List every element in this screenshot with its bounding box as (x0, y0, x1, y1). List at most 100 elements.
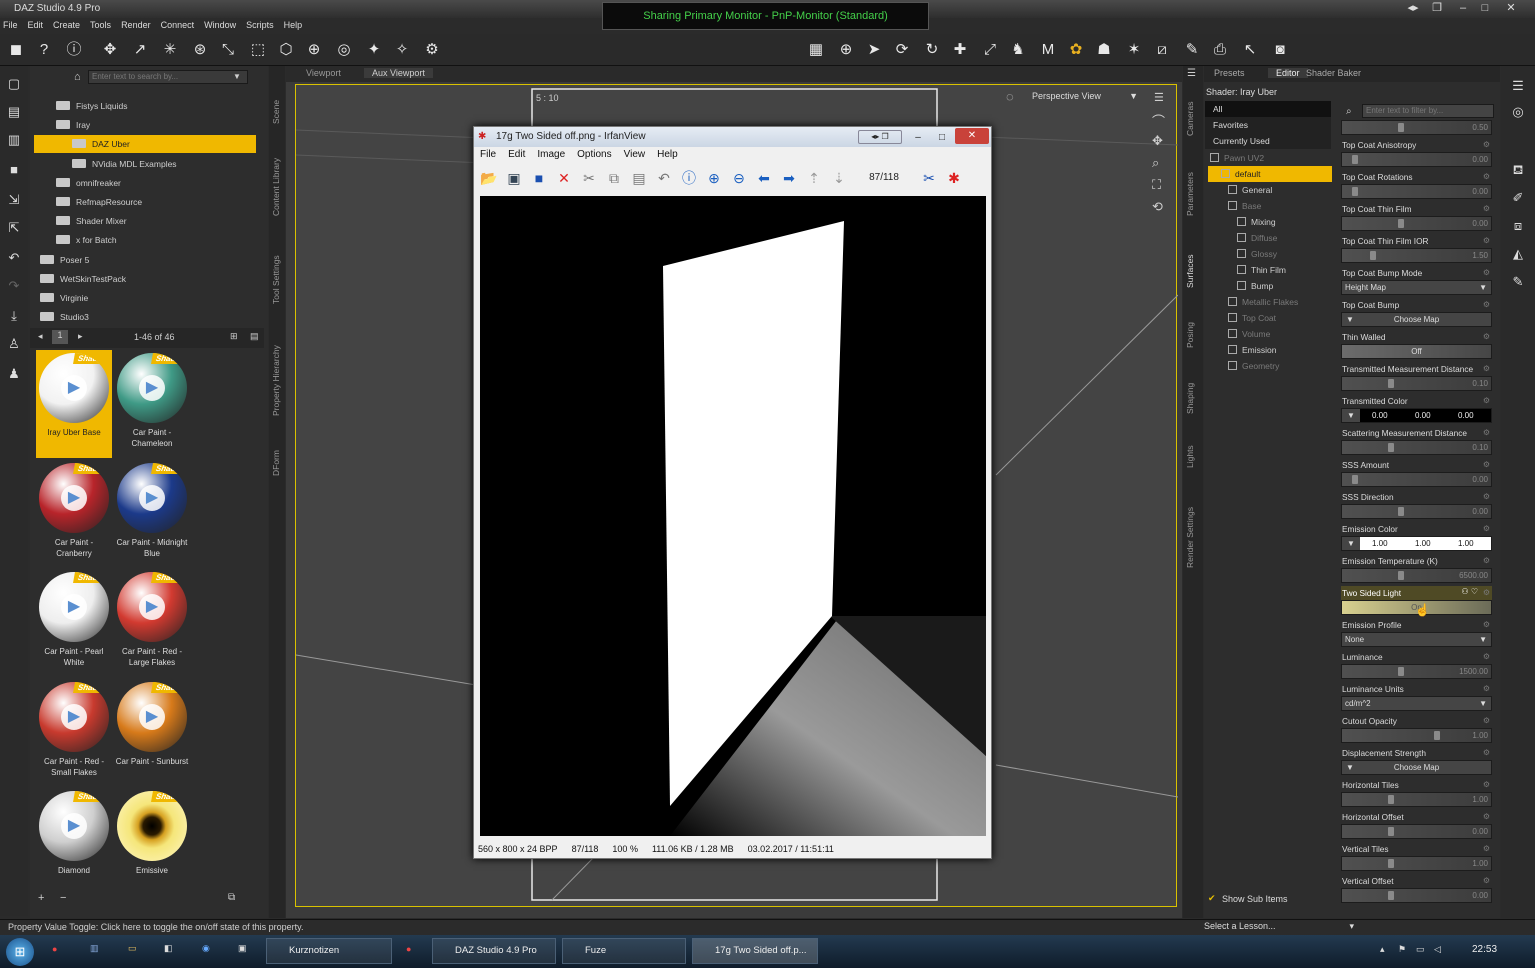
previous-icon[interactable]: ⬅ (753, 167, 775, 189)
property-slider[interactable]: 0.00 (1341, 184, 1492, 199)
slider-knob[interactable] (1397, 507, 1404, 516)
chevron-down-icon[interactable]: ▼ (233, 72, 241, 81)
edit-icon[interactable]: ✎ (1182, 40, 1202, 60)
gear-icon[interactable]: ⚙ (1483, 748, 1490, 757)
gear-icon[interactable]: ⚙ (1483, 876, 1490, 885)
tree-item[interactable]: omnifreaker (56, 174, 121, 192)
gear-icon[interactable]: ⚙ (1483, 268, 1490, 277)
minimize-button[interactable]: – (906, 128, 930, 144)
close-button[interactable]: ✕ (1500, 0, 1522, 16)
lesson-select[interactable]: Select a Lesson... ▾ (1204, 921, 1356, 934)
shader-tile[interactable]: Shader ▶ Car Paint - Pearl White (36, 569, 112, 677)
tab-parameters[interactable]: Parameters (1185, 172, 1195, 216)
surface-filter-input[interactable]: Enter text to filter by... (1362, 104, 1494, 118)
slider-knob[interactable] (1397, 667, 1404, 676)
slider-knob[interactable] (1352, 187, 1358, 196)
menu-image[interactable]: Image (537, 149, 565, 160)
camera-icon[interactable]: ◙ (1270, 40, 1290, 60)
resize-icon[interactable]: ◂▸ ❐ (858, 130, 902, 144)
menu-window[interactable]: Window (204, 18, 236, 32)
gear-icon[interactable]: ⚙ (1483, 556, 1490, 565)
menu-render[interactable]: Render (121, 18, 151, 32)
drop-icon[interactable]: ⤓ (5, 308, 23, 326)
search-icon[interactable]: ⌕ (1346, 106, 1352, 117)
zoom-out-icon[interactable]: ⊖ (728, 167, 750, 189)
new-file-icon[interactable]: ▢ (5, 76, 23, 94)
property-slider[interactable]: 0.50 (1341, 120, 1492, 135)
tab-viewport[interactable]: Viewport (306, 68, 341, 78)
orbit-icon[interactable]: ⟳ (892, 40, 912, 60)
choose-map-button[interactable]: ▼ Choose Map (1341, 760, 1492, 775)
network-icon[interactable]: ▭ (1416, 944, 1425, 955)
save-icon[interactable]: ■ (5, 162, 23, 180)
maximize-button[interactable]: □ (930, 128, 954, 144)
slideshow-icon[interactable]: ▣ (503, 167, 525, 189)
property-toggle[interactable]: Off (1341, 344, 1492, 359)
undo-icon[interactable]: ↶ (653, 167, 675, 189)
property-dropdown[interactable]: None ▼ (1341, 632, 1492, 647)
tree-item[interactable]: RefmapResource (56, 193, 142, 211)
tab-aux-viewport[interactable]: Aux Viewport (364, 68, 433, 78)
category-all[interactable]: All (1205, 101, 1331, 117)
merge-icon[interactable]: ▥ (5, 132, 23, 150)
tree-item[interactable]: x for Batch (56, 231, 117, 249)
grid-view-icon[interactable]: ⊞ (230, 331, 238, 342)
property-slider[interactable]: 1.00 (1341, 728, 1492, 743)
shader-icon[interactable]: ⧈ (1509, 218, 1527, 236)
delete-icon[interactable]: ✕ (553, 167, 575, 189)
property-slider[interactable]: 0.10 (1341, 440, 1492, 455)
slider-knob[interactable] (1388, 795, 1395, 804)
cut-icon[interactable]: ✂ (578, 167, 600, 189)
help-icon[interactable]: ⓘ (64, 40, 84, 60)
tab-property-hierarchy[interactable]: Property Hierarchy (271, 345, 281, 416)
page-field[interactable]: 1 (52, 330, 68, 344)
page-next-icon[interactable]: ⇣ (828, 167, 850, 189)
figure-tool-icon[interactable]: ♙ (5, 336, 23, 354)
task-fuze[interactable]: Fuze (562, 938, 686, 964)
gear-icon[interactable]: ⚙ (1483, 716, 1490, 725)
tree-item[interactable]: Fistys Liquids (56, 97, 128, 115)
material-icon[interactable]: ◭ (1509, 246, 1527, 264)
paint-icon[interactable]: ⧄ (1152, 40, 1172, 60)
figure-icon[interactable]: ☗ (1094, 40, 1114, 60)
node-selection-icon[interactable]: ✥ (100, 40, 120, 60)
link-favorite-icon[interactable]: ⚇ ♡ (1461, 587, 1478, 596)
gear-icon[interactable]: ⚙ (1483, 396, 1490, 405)
pane-options-icon[interactable]: ☰ (1509, 78, 1527, 96)
tab-lights[interactable]: Lights (1185, 445, 1195, 468)
tree-item[interactable]: NVidia MDL Examples (72, 155, 177, 173)
camera-rotate-icon[interactable]: ⌒ (1152, 111, 1165, 130)
tree-item[interactable]: Iray (56, 116, 90, 134)
pose-tool-icon[interactable]: ♟ (5, 366, 23, 384)
window-icon[interactable]: ❐ (1426, 0, 1448, 16)
home-icon[interactable]: ⌂ (74, 71, 81, 83)
next-icon[interactable]: ➡ (778, 167, 800, 189)
remove-icon[interactable]: − (60, 892, 66, 904)
property-slider[interactable]: 0.00 (1341, 824, 1492, 839)
brush-tool-icon[interactable]: ✎ (1509, 274, 1527, 292)
slider-knob[interactable] (1433, 731, 1440, 740)
grid-icon[interactable]: ▦ (806, 40, 826, 60)
content-search-input[interactable]: Enter text to search by... (88, 70, 248, 84)
redo-icon[interactable]: ↷ (5, 278, 23, 296)
tree-item[interactable]: Virginie (40, 289, 88, 307)
shader-tile[interactable]: Shader ▶ Car Paint - Cranberry (36, 460, 112, 568)
pose-icon[interactable]: ♞ (1008, 40, 1028, 60)
menu-edit[interactable]: Edit (28, 18, 44, 32)
tab-content-library[interactable]: Content Library (271, 158, 281, 216)
whats-this-icon[interactable]: ? (34, 40, 54, 60)
prev-page-icon[interactable]: ◂ (38, 331, 43, 342)
add-icon[interactable]: + (38, 892, 44, 904)
tree-item[interactable]: Shader Mixer (56, 212, 127, 230)
render-settings-icon[interactable]: ⚙ (422, 40, 442, 60)
pane-menu-icon[interactable]: ☰ (1187, 68, 1196, 79)
joint-editor-icon[interactable]: ⊕ (304, 40, 324, 60)
color-swatch[interactable]: ▼ 0.00 0.00 0.00 (1341, 408, 1492, 423)
gear-icon[interactable]: ⚙ (1483, 364, 1490, 373)
shader-tile[interactable]: Shader ▶ Car Paint - Chameleon (114, 350, 190, 458)
gear-icon[interactable]: ⚙ (1483, 300, 1490, 309)
app-icon[interactable]: ◧ (164, 943, 173, 954)
pan-icon[interactable]: ✥ (1152, 133, 1163, 149)
lighting-icon[interactable]: ◌ (1006, 89, 1014, 104)
tab-surfaces[interactable]: Surfaces (1185, 254, 1195, 288)
